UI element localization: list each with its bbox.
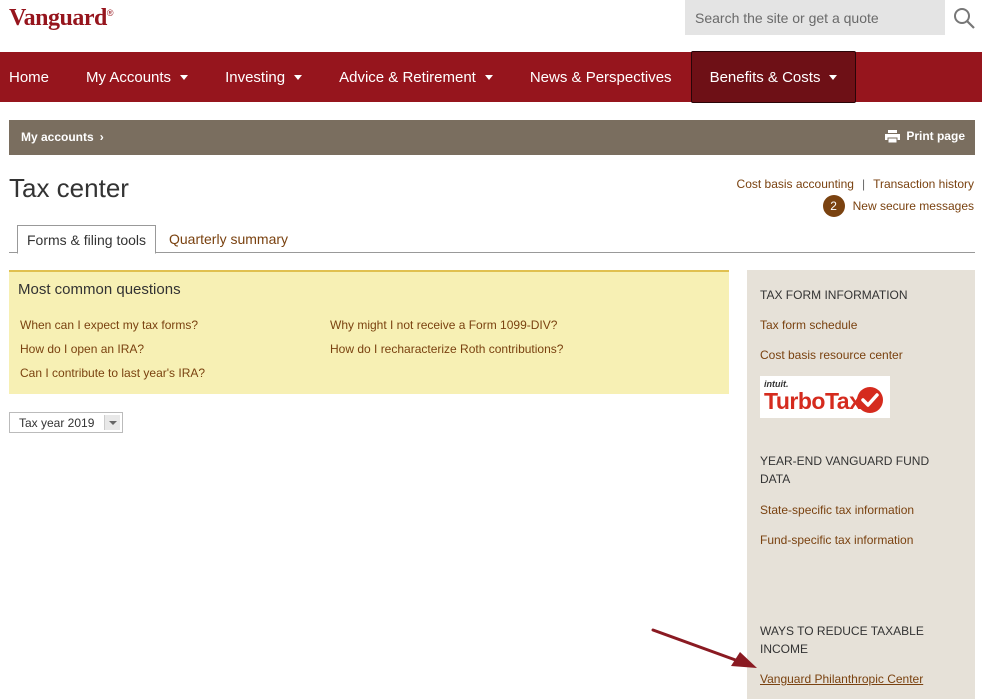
main-nav: Home My Accounts Investing Advice & Reti… (0, 51, 982, 103)
common-questions-panel: Most common questions When can I expect … (9, 270, 729, 394)
print-page-button[interactable]: Print page (885, 129, 965, 143)
nav-advice-retirement[interactable]: Advice & Retirement (339, 52, 512, 102)
tab-bar: Forms & filing tools Quarterly summary (9, 225, 975, 254)
secure-messages-link[interactable]: 2 New secure messages (822, 195, 974, 217)
message-count-badge: 2 (822, 195, 845, 217)
cost-basis-link[interactable]: Cost basis accounting (737, 177, 854, 191)
dropdown-arrow-icon (104, 415, 120, 430)
checkmark-icon (857, 387, 883, 413)
nav-benefits-costs[interactable]: Benefits & Costs (690, 51, 857, 103)
faq-link[interactable]: Why might I not receive a Form 1099-DIV? (330, 318, 557, 332)
secure-messages-label: New secure messages (852, 199, 974, 213)
breadcrumb-bar: My accounts › Print page (9, 120, 975, 155)
state-tax-info-link[interactable]: State-specific tax information (760, 503, 914, 517)
transaction-history-link[interactable]: Transaction history (873, 177, 974, 191)
nav-news-perspectives[interactable]: News & Perspectives (530, 52, 691, 102)
tax-form-schedule-link[interactable]: Tax form schedule (760, 318, 857, 332)
search-icon[interactable] (953, 7, 975, 29)
caret-down-icon (829, 74, 838, 80)
sidebar: TAX FORM INFORMATION Tax form schedule C… (747, 270, 975, 699)
philanthropic-center-link[interactable]: Vanguard Philanthropic Center (760, 672, 923, 686)
nav-home[interactable]: Home (0, 52, 68, 102)
vanguard-logo[interactable]: Vanguard® (9, 5, 113, 32)
faq-link[interactable]: How do I recharacterize Roth contributio… (330, 342, 563, 356)
tab-forms-filing-tools[interactable]: Forms & filing tools (17, 225, 157, 254)
faq-link[interactable]: Can I contribute to last year's IRA? (20, 366, 205, 380)
faq-link[interactable]: How do I open an IRA? (20, 342, 144, 356)
tax-form-info-heading: TAX FORM INFORMATION (760, 288, 908, 302)
cost-basis-resource-link[interactable]: Cost basis resource center (760, 348, 903, 362)
fund-data-heading: YEAR-END VANGUARD FUND DATA (760, 454, 930, 486)
breadcrumb-my-accounts[interactable]: My accounts › (21, 130, 104, 144)
annotation-arrow-icon (651, 628, 757, 668)
top-links: Cost basis accounting | Transaction hist… (737, 177, 974, 191)
page-title: Tax center (9, 173, 129, 203)
fund-tax-info-link[interactable]: Fund-specific tax information (760, 533, 913, 547)
turbotax-logo[interactable]: intuit. TurboTax (760, 376, 890, 418)
caret-down-icon (294, 74, 303, 80)
chevron-right-icon: › (99, 130, 104, 144)
faq-link[interactable]: When can I expect my tax forms? (20, 318, 198, 332)
caret-down-icon (484, 74, 493, 80)
caret-down-icon (180, 74, 189, 80)
printer-icon (885, 129, 901, 143)
reduce-income-heading: WAYS TO REDUCE TAXABLE INCOME (760, 624, 924, 656)
page: Vanguard® Home My Accounts Investing Adv… (0, 0, 982, 699)
tax-year-select[interactable]: Tax year 2019 (9, 412, 123, 433)
nav-my-accounts[interactable]: My Accounts (86, 52, 207, 102)
common-questions-title: Most common questions (18, 281, 181, 298)
tab-quarterly-summary[interactable]: Quarterly summary (160, 225, 297, 253)
nav-investing[interactable]: Investing (225, 52, 321, 102)
search-input[interactable] (685, 0, 945, 35)
separator: | (861, 177, 866, 191)
